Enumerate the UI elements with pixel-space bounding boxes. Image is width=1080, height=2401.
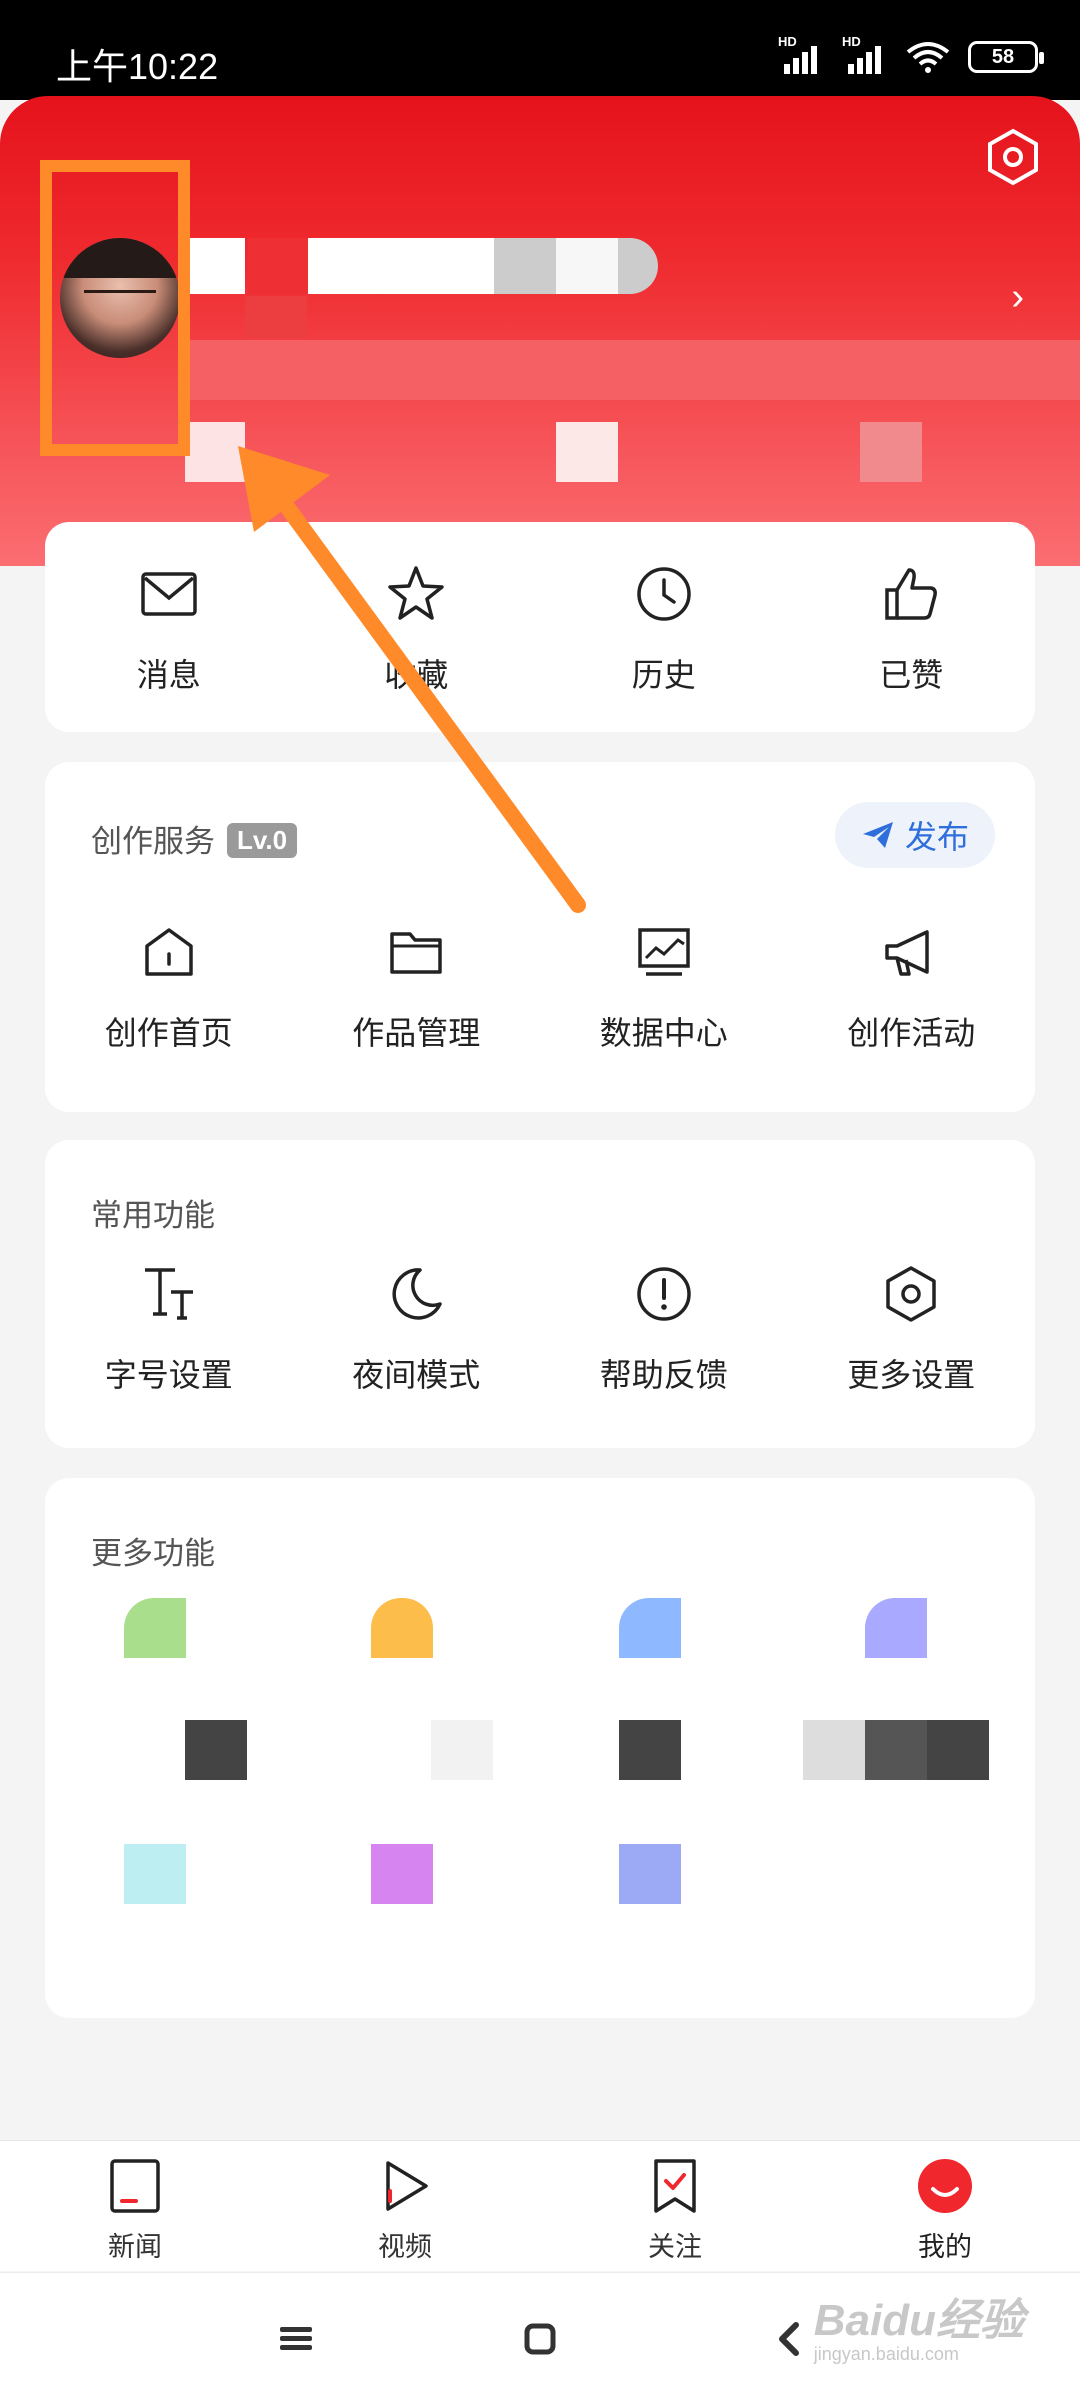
square-home-icon [524,2323,556,2355]
watermark-text: Baidu经验 [813,2296,1024,2345]
tab-video[interactable]: 视频 [335,2157,475,2264]
tab-label: 关注 [648,2232,702,2262]
creation-item-label: 创作活动 [847,1015,976,1051]
bookmark-check-icon [654,2159,696,2213]
highlight-box [40,160,190,456]
paper-plane-icon [862,822,893,848]
menu-icon [280,2327,312,2350]
back-arrow-icon [779,2322,799,2356]
publish-button[interactable]: 发布 [834,802,995,868]
quick-action-liked[interactable]: 已赞 [788,562,1036,696]
tab-label: 我的 [918,2232,972,2262]
news-icon [110,2159,160,2213]
common-item-label: 字号设置 [104,1357,233,1393]
menu-button[interactable] [266,2309,326,2369]
common-font-size[interactable]: 字号设置 [45,1262,293,1396]
creation-services-card: 创作服务 Lv.0 发布 创作首页 作品管理 数据中心 创作活动 [45,762,1035,1112]
blurred-icon[interactable] [865,1598,927,1658]
battery-icon: 58 [968,41,1044,73]
blurred-icon[interactable] [124,1844,186,1904]
tab-news[interactable]: 新闻 [65,2157,205,2264]
common-item-label: 更多设置 [847,1357,976,1393]
megaphone-icon [885,930,929,976]
watermark-sub: jingyan.baidu.com [813,2344,959,2364]
quick-actions-card: 消息 收藏 历史 已赞 [45,522,1035,732]
tab-label: 新闻 [108,2232,162,2262]
hexagon-settings-icon[interactable] [984,128,1042,186]
quick-action-label: 消息 [136,657,201,693]
tab-label: 视频 [378,2232,432,2262]
home-icon [145,928,193,976]
common-functions-card: 常用功能 字号设置 夜间模式 帮助反馈 更多设置 [45,1140,1035,1448]
creation-activities[interactable]: 创作活动 [788,920,1036,1054]
quick-action-messages[interactable]: 消息 [45,562,293,696]
chevron-right-icon[interactable]: › [1011,276,1024,319]
common-more-settings[interactable]: 更多设置 [788,1262,1036,1396]
creation-home[interactable]: 创作首页 [45,920,293,1054]
back-button[interactable] [758,2309,818,2369]
wifi-icon [906,42,950,73]
creation-title-text: 创作服务 [91,824,215,859]
status-time: 上午10:22 [56,46,219,87]
signal-icon: HD [842,34,888,74]
star-icon [388,566,444,620]
tab-follow[interactable]: 关注 [605,2157,745,2264]
folder-icon [390,932,442,974]
common-title: 常用功能 [91,1198,215,1233]
battery-level: 58 [991,45,1015,68]
blurred-icon[interactable] [371,1598,433,1658]
quick-action-label: 已赞 [879,657,944,693]
bottom-nav: 新闻 视频 关注 我的 [0,2140,1080,2271]
avatar-smile-icon [918,2159,972,2213]
blurred-icon[interactable] [371,1844,433,1904]
signal-icon: HD [778,34,824,74]
creation-item-label: 数据中心 [599,1015,728,1051]
profile-header: › [0,96,1080,566]
blurred-icon[interactable] [619,1598,681,1658]
creation-item-label: 创作首页 [104,1015,233,1051]
creation-data-center[interactable]: 数据中心 [540,920,788,1054]
common-night-mode[interactable]: 夜间模式 [293,1262,541,1396]
quick-action-favorites[interactable]: 收藏 [293,562,541,696]
common-item-label: 帮助反馈 [599,1357,728,1393]
creation-title: 创作服务 Lv.0 [91,816,298,861]
clock-icon [637,567,691,621]
status-bar: 上午10:22 HD HD 58 [0,0,1080,100]
envelope-icon [141,572,197,616]
quick-action-label: 收藏 [384,657,449,693]
chart-monitor-icon [638,928,690,976]
creation-item-label: 作品管理 [352,1015,481,1051]
quick-action-label: 历史 [631,657,696,693]
more-functions-card: 更多功能 [45,1478,1035,2018]
creation-works[interactable]: 作品管理 [293,920,541,1054]
tab-mine[interactable]: 我的 [875,2157,1015,2264]
exclamation-circle-icon [637,1267,691,1321]
common-help-feedback[interactable]: 帮助反馈 [540,1262,788,1396]
more-title: 更多功能 [91,1536,215,1571]
moon-icon [392,1268,442,1320]
level-badge: Lv.0 [227,823,298,858]
home-button[interactable] [510,2309,570,2369]
status-icons: HD HD 58 [778,34,1044,74]
quick-action-history[interactable]: 历史 [540,562,788,696]
play-icon [386,2161,428,2211]
thumbs-up-icon [885,568,938,620]
blurred-icon[interactable] [124,1598,186,1658]
common-item-label: 夜间模式 [352,1357,481,1393]
watermark: Baidu经验 jingyan.baidu.com [814,2284,1024,2365]
publish-label: 发布 [904,819,969,855]
blurred-icon[interactable] [619,1844,681,1904]
hexagon-settings-icon [886,1266,936,1322]
font-size-icon [144,1268,193,1320]
